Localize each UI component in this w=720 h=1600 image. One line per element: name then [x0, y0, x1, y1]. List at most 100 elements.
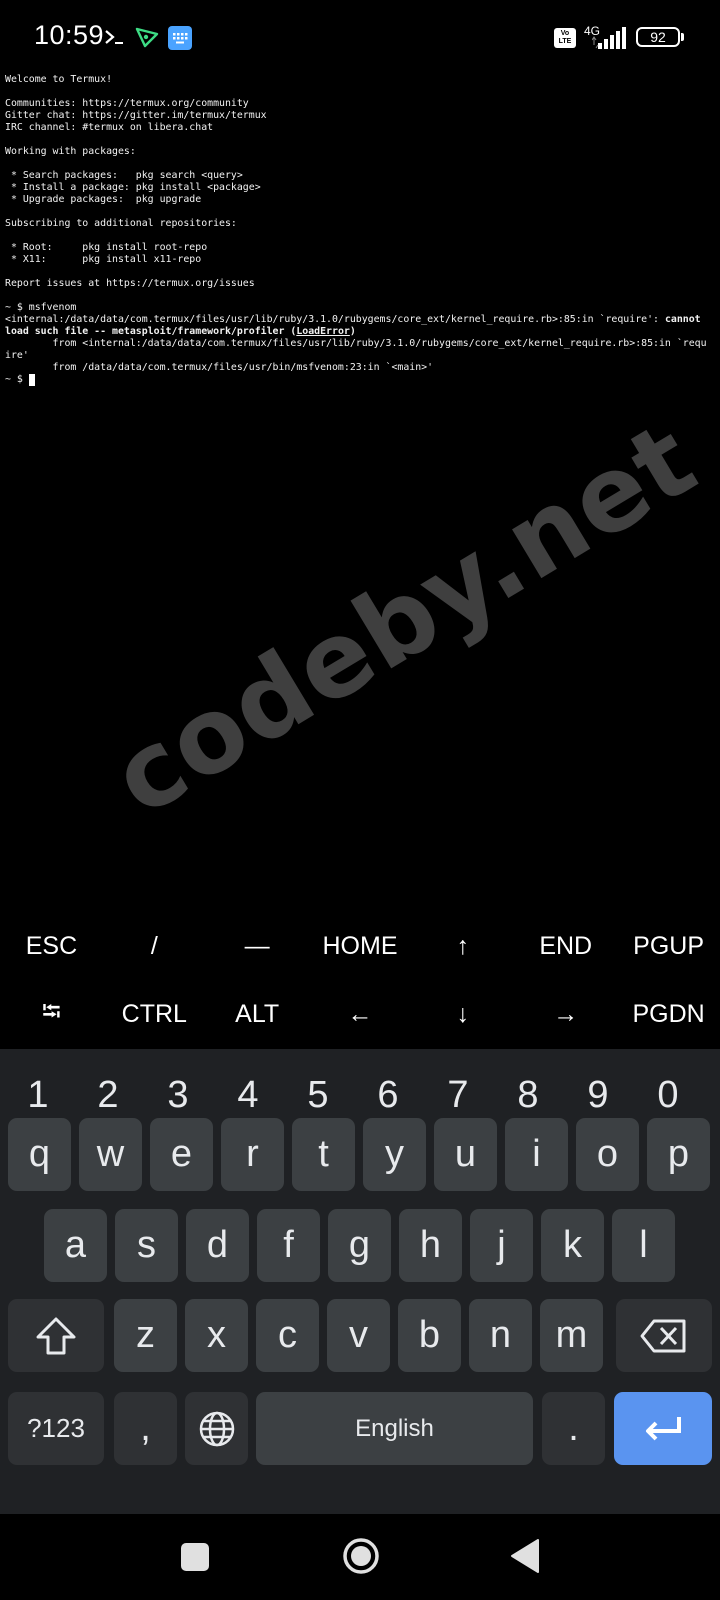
dash-key[interactable]: — [206, 912, 309, 980]
recents-button[interactable] [181, 1543, 209, 1571]
terminal-traceback-line: from <internal:/data/data/com.termux/fil… [5, 338, 707, 349]
down-arrow-key[interactable]: ↓ [411, 980, 514, 1048]
enter-key[interactable] [614, 1392, 712, 1465]
back-button[interactable] [510, 1538, 540, 1574]
left-arrow-key[interactable]: ← [309, 980, 412, 1048]
terminal-output[interactable]: Welcome to Termux! Communities: https://t… [5, 74, 717, 386]
prompt-text: ~ $ [5, 374, 29, 385]
key-k[interactable]: k [541, 1209, 604, 1282]
key-c[interactable]: c [256, 1299, 319, 1372]
key-d[interactable]: d [186, 1209, 249, 1282]
number-key-7[interactable]: 7 [423, 1067, 493, 1123]
key-s[interactable]: s [115, 1209, 178, 1282]
key-b[interactable]: b [398, 1299, 461, 1372]
key-a[interactable]: a [44, 1209, 107, 1282]
status-bar: 10:59 Vo LTE 4G 92 [0, 0, 720, 76]
key-o[interactable]: o [576, 1118, 639, 1191]
shift-key[interactable] [8, 1299, 104, 1372]
terminal-traceback-line: ire' [5, 350, 29, 361]
key-p[interactable]: p [647, 1118, 710, 1191]
pgdn-key[interactable]: PGDN [617, 980, 720, 1048]
key-q[interactable]: q [8, 1118, 71, 1191]
home-button[interactable] [342, 1537, 380, 1575]
battery-tip [681, 33, 684, 41]
alt-key[interactable]: ALT [206, 980, 309, 1048]
backspace-key[interactable] [616, 1299, 712, 1372]
key-f[interactable]: f [257, 1209, 320, 1282]
keyboard-notification-icon [168, 26, 192, 50]
number-key-0[interactable]: 0 [633, 1067, 703, 1123]
terminal-line: ~ $ msfvenom [5, 302, 77, 313]
number-key-1[interactable]: 1 [3, 1067, 73, 1123]
volte-icon: Vo LTE [554, 28, 576, 48]
number-key-4[interactable]: 4 [213, 1067, 283, 1123]
terminal-line: Welcome to Termux! [5, 74, 113, 85]
soft-keyboard: 1234567890 ?123 , English . q w e r t y … [0, 1049, 720, 1514]
symbols-label: ?123 [27, 1413, 85, 1443]
error-text-bold: ) [349, 326, 356, 337]
key-x[interactable]: x [185, 1299, 248, 1372]
number-key-6[interactable]: 6 [353, 1067, 423, 1123]
error-text-bold: cannot [664, 314, 701, 325]
esc-key[interactable]: ESC [0, 912, 103, 980]
ctrl-key[interactable]: CTRL [103, 980, 206, 1048]
key-r[interactable]: r [221, 1118, 284, 1191]
right-arrow-key[interactable]: → [514, 980, 617, 1048]
clock: 10:59 [34, 20, 105, 50]
watermark: codeby.net [92, 397, 716, 840]
number-key-2[interactable]: 2 [73, 1067, 143, 1123]
terminal-line: * Search packages: pkg search <query> [5, 170, 243, 181]
backspace-icon [640, 1319, 686, 1352]
text-cursor [28, 374, 35, 386]
up-arrow-key[interactable]: ↑ [411, 912, 514, 980]
terminal-line: Communities: https://termux.org/communit… [5, 98, 249, 109]
key-g[interactable]: g [328, 1209, 391, 1282]
terminal-error-line: <internal:/data/data/com.termux/files/us… [5, 314, 717, 326]
key-z[interactable]: z [114, 1299, 177, 1372]
comma-label: , [140, 1407, 151, 1449]
key-e[interactable]: e [150, 1118, 213, 1191]
cast-icon [135, 27, 159, 48]
key-w[interactable]: w [79, 1118, 142, 1191]
home-key[interactable]: HOME [309, 912, 412, 980]
period-key[interactable]: . [542, 1392, 605, 1465]
signal-strength-icon [592, 27, 626, 49]
key-u[interactable]: u [434, 1118, 497, 1191]
number-key-8[interactable]: 8 [493, 1067, 563, 1123]
terminal-line: * Root: pkg install root-repo [5, 242, 208, 253]
key-h[interactable]: h [399, 1209, 462, 1282]
terminal-line: Working with packages: [5, 146, 136, 157]
space-key[interactable]: English [256, 1392, 533, 1465]
symbols-key[interactable]: ?123 [8, 1392, 104, 1465]
slash-key[interactable]: / [103, 912, 206, 980]
space-label: English [355, 1414, 434, 1442]
end-key[interactable]: END [514, 912, 617, 980]
comma-key[interactable]: , [114, 1392, 177, 1465]
shift-icon [36, 1317, 76, 1354]
number-key-5[interactable]: 5 [283, 1067, 353, 1123]
terminal-prompt-line[interactable]: ~ $ [5, 374, 717, 386]
key-n[interactable]: n [469, 1299, 532, 1372]
number-key-9[interactable]: 9 [563, 1067, 633, 1123]
key-t[interactable]: t [292, 1118, 355, 1191]
extra-keys-row-2: ⭾ CTRL ALT ← ↓ → PGDN [0, 980, 720, 1048]
terminal-line: * X11: pkg install x11-repo [5, 254, 202, 265]
key-y[interactable]: y [363, 1118, 426, 1191]
terminal-traceback-line: from /data/data/com.termux/files/usr/bin… [5, 362, 434, 373]
key-i[interactable]: i [505, 1118, 568, 1191]
terminal-line: Gitter chat: https://gitter.im/termux/te… [5, 110, 267, 121]
key-l[interactable]: l [612, 1209, 675, 1282]
key-v[interactable]: v [327, 1299, 390, 1372]
key-j[interactable]: j [470, 1209, 533, 1282]
terminal-line: * Install a package: pkg install <packag… [5, 182, 261, 193]
number-key-3[interactable]: 3 [143, 1067, 213, 1123]
key-m[interactable]: m [540, 1299, 603, 1372]
tab-key[interactable]: ⭾ [0, 980, 103, 1048]
pgup-key[interactable]: PGUP [617, 912, 720, 980]
language-key[interactable] [185, 1392, 248, 1465]
